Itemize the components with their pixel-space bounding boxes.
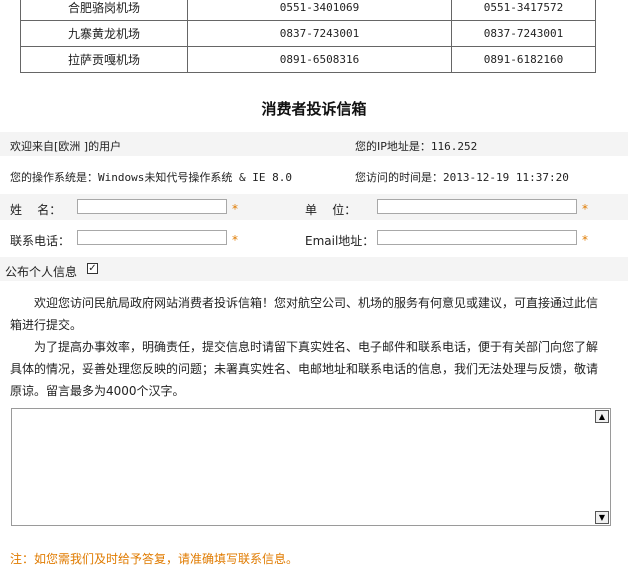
os-info: 您的操作系统是：Windows未知代号操作系统 & IE 8.0: [10, 169, 292, 185]
required-mark: *: [232, 202, 238, 216]
public-info-checkbox[interactable]: ✓: [87, 263, 98, 274]
ip-address: 您的IP地址是：116.252: [355, 138, 477, 154]
time-label: 您访问的时间是：: [355, 171, 443, 184]
airport-phone: 0891-6508316: [187, 46, 452, 73]
name-field[interactable]: [77, 199, 227, 214]
os-value: Windows未知代号操作系统 & IE 8.0: [98, 171, 292, 184]
page-title: 消费者投诉信箱: [261, 100, 367, 118]
table-row: 九寨黄龙机场 0837-7243001 0837-7243001: [20, 20, 596, 47]
required-mark: *: [582, 202, 588, 216]
email-field[interactable]: [377, 230, 577, 245]
required-mark: *: [582, 233, 588, 247]
airport-name: 九寨黄龙机场: [20, 20, 188, 47]
airport-name: 拉萨贡嘎机场: [20, 46, 188, 73]
phone-field[interactable]: [77, 230, 227, 245]
email-label: Email地址：: [305, 234, 375, 248]
scroll-down-icon[interactable]: ▼: [595, 511, 609, 524]
intro-paragraph: 欢迎您访问民航局政府网站消费者投诉信箱！您对航空公司、机场的服务有何意见或建议，…: [10, 296, 599, 332]
name-label: 姓 名：: [10, 203, 62, 217]
contact-note: 注：如您需我们及时给予答复，请准确填写联系信息。: [10, 552, 299, 566]
airport-phone-alt: 0891-6182160: [451, 46, 596, 73]
time-value: 2013-12-19 11:37:20: [443, 171, 569, 184]
ip-label: 您的IP地址是：: [355, 140, 431, 153]
welcome-text: 欢迎来自[欧洲 ]的用户: [10, 140, 122, 153]
table-row: 拉萨贡嘎机场 0891-6508316 0891-6182160: [20, 46, 596, 73]
visit-time: 您访问的时间是：2013-12-19 11:37:20: [355, 169, 569, 185]
intro-paragraph: 为了提高办事效率，明确责任，提交信息时请留下真实姓名、电子邮件和联系电话，便于有…: [10, 340, 599, 398]
ip-value: 116.252: [430, 140, 478, 153]
phone-label: 联系电话：: [10, 234, 71, 248]
unit-field[interactable]: [377, 199, 577, 214]
airport-phone: 0837-7243001: [187, 20, 452, 47]
airport-phone-alt: 0551-3417572: [451, 0, 596, 21]
intro-text: 欢迎您访问民航局政府网站消费者投诉信箱！您对航空公司、机场的服务有何意见或建议，…: [10, 292, 604, 402]
os-label: 您的操作系统是：: [10, 171, 98, 184]
airport-phone-alt: 0837-7243001: [451, 20, 596, 47]
airport-phone: 0551-3401069: [187, 0, 452, 21]
required-mark: *: [232, 233, 238, 247]
airport-phone-table: 合肥骆岗机场 0551-3401069 0551-3417572 九寨黄龙机场 …: [20, 0, 596, 73]
table-row: 合肥骆岗机场 0551-3401069 0551-3417572: [20, 0, 596, 21]
message-textarea[interactable]: ▲ ▼: [11, 408, 611, 526]
airport-name: 合肥骆岗机场: [20, 0, 188, 21]
unit-label: 单 位：: [305, 203, 357, 217]
scroll-up-icon[interactable]: ▲: [595, 410, 609, 423]
public-info-label: 公布个人信息: [5, 265, 78, 279]
